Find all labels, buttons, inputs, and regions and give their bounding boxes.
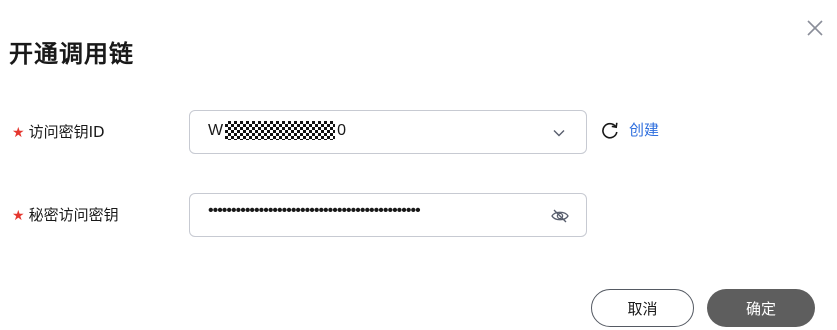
cancel-button[interactable]: 取消 (591, 289, 694, 327)
required-star-icon: ★ (12, 125, 25, 141)
access-key-value-prefix: W (208, 121, 224, 139)
secret-key-input[interactable]: ••••••••••••••••••••••••••••••••••••••••… (189, 193, 587, 237)
access-key-row: ★ 访问密钥ID W 0 创建 (0, 110, 837, 154)
close-icon[interactable] (805, 18, 825, 38)
access-key-label: 访问密钥ID (28, 123, 105, 141)
create-access-key-link[interactable]: 创建 (600, 119, 659, 140)
secret-key-label: 秘密访问密钥 (28, 206, 119, 224)
secret-key-value[interactable]: ••••••••••••••••••••••••••••••••••••••••… (208, 202, 528, 220)
secret-key-label-group: ★ 秘密访问密钥 (12, 204, 119, 225)
access-key-label-group: ★ 访问密钥ID (12, 121, 105, 142)
chevron-down-icon[interactable] (552, 126, 566, 140)
create-link-label: 创建 (629, 121, 660, 139)
access-key-value: W 0 (208, 121, 346, 140)
confirm-button[interactable]: 确定 (707, 289, 815, 327)
dialog-title: 开通调用链 (9, 40, 134, 68)
access-key-select[interactable]: W 0 (189, 110, 587, 154)
refresh-icon (602, 122, 618, 138)
access-key-value-suffix: 0 (337, 121, 347, 139)
secret-key-row: ★ 秘密访问密钥 ••••••••••••••••••••••••••••••••… (0, 193, 837, 237)
required-star-icon: ★ (12, 208, 25, 224)
eye-off-icon[interactable] (550, 207, 570, 225)
masked-region (225, 121, 336, 140)
enable-tracing-dialog: 开通调用链 ★ 访问密钥ID W 0 创建 ★ 秘密访问密钥 •••••••••… (0, 0, 837, 330)
